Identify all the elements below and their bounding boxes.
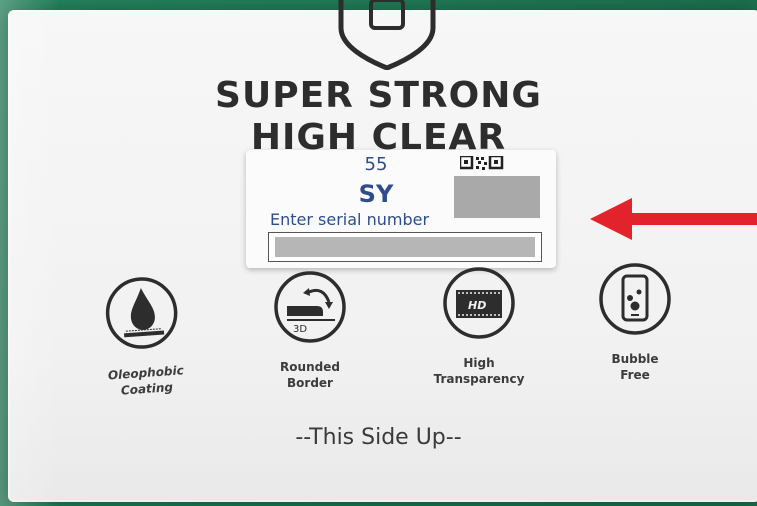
hd-film-icon: HD [443,267,515,339]
bubble-phone-icon [599,263,671,335]
sticker-code: SY [358,180,394,208]
feature-oleophobic-coating: Oleophobic Coating [74,264,213,402]
serial-sticker: 55 SY Enter serial number [246,150,556,268]
feature-2-line-1: Rounded [280,360,340,374]
feature-3-line-1: High [463,356,495,370]
feature-bubble-free: Bubble Free [570,254,700,383]
feature-high-transparency: HD High Transparency [414,258,544,387]
oil-drop-icon [105,277,178,349]
headline-line-1: SUPER STRONG [215,75,542,116]
redacted-qr-area [454,176,540,218]
svg-text:HD: HD [468,299,486,312]
feature-4-line-1: Bubble [611,352,659,366]
this-side-up-text: --This Side Up-- [295,425,462,450]
sticker-number: 55 [364,154,388,175]
feature-2-line-2: Border [287,375,333,390]
svg-text:3D: 3D [293,324,307,335]
redacted-serial-bar [275,237,535,257]
feature-rounded-border: 3D Rounded Border [245,262,375,391]
feature-4-line-2: Free [620,367,650,382]
feature-3-line-2: Transparency [433,371,525,386]
qr-code-icon [460,156,504,170]
rounded-border-3d-icon: 3D [274,271,346,343]
shield-icon [338,0,436,70]
red-arrow-icon [590,198,757,240]
sticker-serial-hint: Enter serial number [270,210,430,229]
